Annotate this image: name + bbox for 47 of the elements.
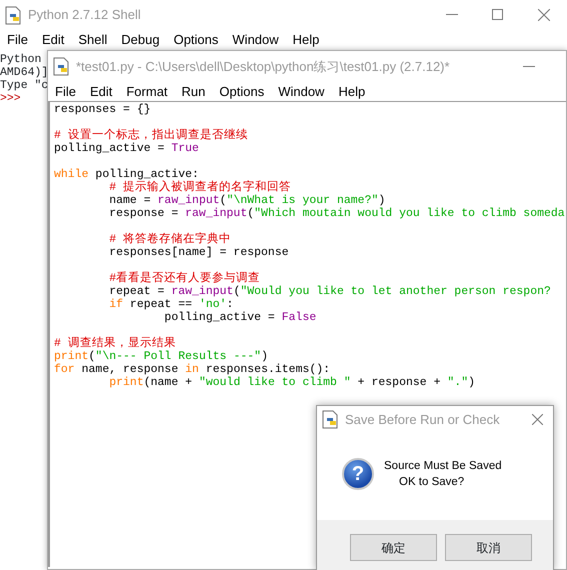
menu-item[interactable]: Shell: [71, 31, 114, 49]
code-line: response = raw_input("Which moutain would you like to climb someda: [108, 207, 566, 220]
code-line: if repeat == 'no':: [108, 298, 234, 311]
code-line: for name, response in responses.items():: [54, 363, 332, 376]
code-line: # 提示输入被调查者的名字和回答: [108, 181, 292, 194]
menu-item[interactable]: File: [0, 31, 35, 49]
menu-item[interactable]: Edit: [82, 82, 120, 100]
window-title: Python 2.7.12 Shell: [28, 6, 141, 24]
dialog-title: Save Before Run or Check: [345, 410, 500, 429]
code-line: responses[name] = response: [108, 246, 290, 259]
question-icon: ?: [342, 458, 374, 490]
code-line: responses = {}: [54, 103, 152, 116]
code-line: print("\n--- Poll Results ---"): [54, 350, 269, 363]
python-file-icon: [322, 410, 339, 429]
console-prompt: >>>: [0, 92, 21, 105]
code-line: print(name + "would like to climb " + response + "."): [108, 376, 476, 389]
dialog-message: OK to Save?: [399, 474, 466, 490]
dialog-message: Source Must Be Saved: [384, 458, 502, 474]
code-line: repeat = raw_input("Would you like to let another person respon?: [108, 285, 552, 298]
menu-item[interactable]: Window: [271, 82, 332, 100]
menu-item[interactable]: Help: [286, 31, 326, 49]
code-line: name = raw_input("\nWhat is your name?"): [108, 194, 386, 207]
dialog-button[interactable]: 取消: [445, 534, 532, 561]
menu-item[interactable]: Options: [166, 31, 226, 49]
python-file-icon: [53, 57, 70, 76]
close-icon[interactable]: [532, 414, 543, 425]
menu-item[interactable]: File: [48, 82, 83, 100]
menu-item[interactable]: Options: [212, 82, 272, 100]
code-line: polling_active = True: [54, 142, 200, 155]
python-file-icon: [5, 6, 22, 24]
menu-item[interactable]: Run: [174, 82, 212, 100]
dialog-button[interactable]: 确定: [350, 534, 437, 561]
menu-item[interactable]: Edit: [34, 31, 72, 49]
menu-item[interactable]: Help: [331, 82, 372, 100]
console-output: AMD64)]: [0, 66, 48, 79]
code-line: #看看是否还有人要参与调查: [108, 272, 262, 285]
menu-item[interactable]: Debug: [114, 31, 167, 49]
code-line: # 将答卷存储在字典中: [108, 233, 232, 246]
code-line: polling_active = False: [163, 311, 318, 324]
code-line: # 调查结果，显示结果: [54, 337, 177, 350]
window-title: *test01.py - C:\Users\dell\Desktop\python练习\test01.py (2.7.12)*: [76, 58, 450, 76]
code-line: while polling_active:: [54, 168, 199, 181]
menu-item[interactable]: Window: [225, 31, 286, 49]
code-line: # 设置一个标志，指出调查是否继续: [54, 129, 249, 142]
console-output: Python: [0, 53, 42, 66]
menu-item[interactable]: Format: [119, 82, 175, 100]
console-output: Type "c: [0, 79, 48, 92]
